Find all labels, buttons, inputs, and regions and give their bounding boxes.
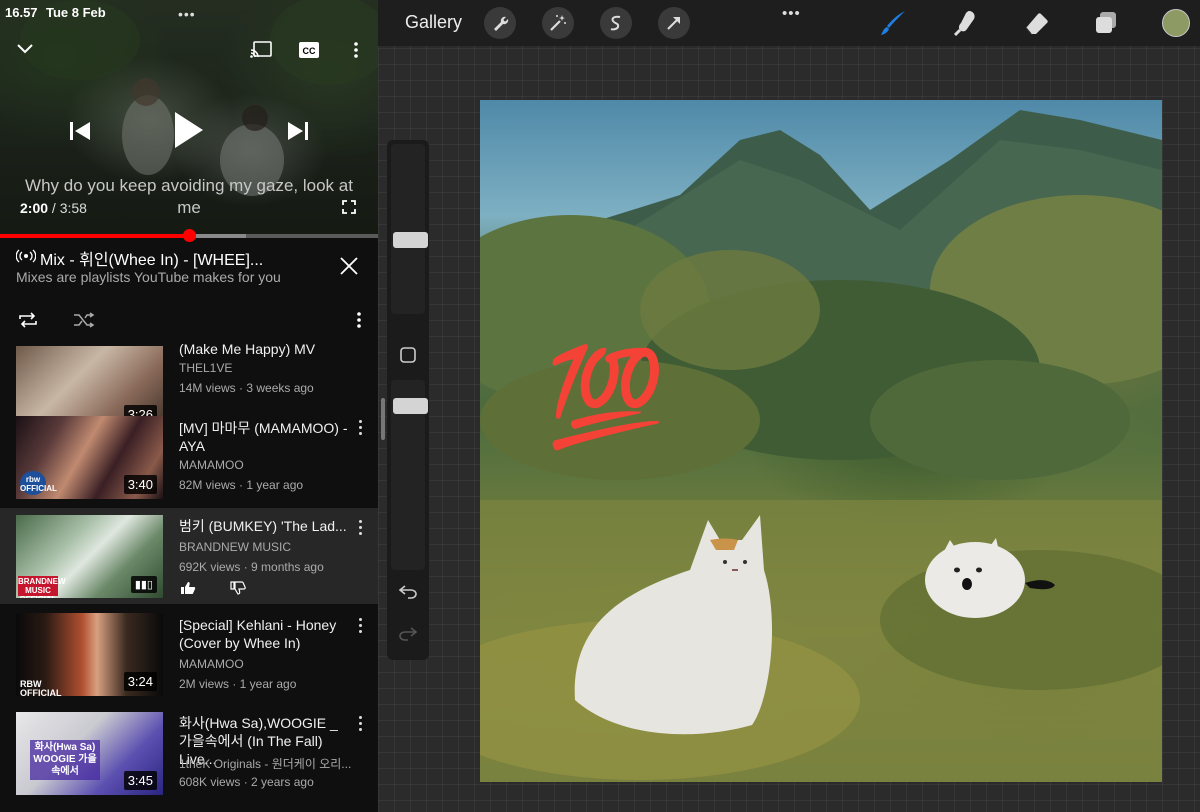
video-channel: BRANDNEW MUSIC [179, 540, 292, 554]
hundred-points-emoji: 💯 [546, 344, 666, 451]
more-options-icon[interactable] [348, 40, 364, 60]
video-thumbnail[interactable]: 화사(Hwa Sa) WOOGIE 가을속에서 3:45 [16, 712, 163, 795]
wrench-icon[interactable] [484, 7, 516, 39]
procreate-app: Gallery ••• 💯 [378, 0, 1200, 812]
video-meta: 82M views · 1 year ago [179, 478, 304, 492]
like-icon[interactable] [179, 580, 197, 596]
smudge-icon[interactable] [950, 8, 980, 38]
drawing-canvas[interactable]: 💯 [480, 100, 1162, 782]
cast-icon[interactable] [248, 39, 274, 61]
video-title[interactable]: [MV] 마마무 (MAMAMOO) - AYA [179, 419, 349, 455]
next-track-icon[interactable] [284, 118, 312, 144]
play-icon[interactable] [168, 108, 208, 152]
video-channel: THEL1VE [179, 361, 233, 375]
procreate-toolbar: Gallery ••• [378, 0, 1200, 46]
video-thumbnail[interactable]: RBW OFFICIAL 3:24 [16, 613, 163, 696]
gallery-button[interactable]: Gallery [405, 12, 462, 33]
modify-square-icon[interactable] [398, 345, 418, 365]
playlist-item[interactable]: RBW OFFICIAL 3:24 [Special] Kehlani - Ho… [0, 604, 378, 702]
layers-icon[interactable] [1091, 8, 1121, 38]
item-more-icon[interactable] [355, 618, 365, 636]
video-thumbnail[interactable]: rbw OFFICIAL 3:40 [16, 416, 163, 499]
video-meta: 608K views · 2 years ago [179, 775, 314, 789]
video-channel: 1theK Originals - 원더케이 오리... [179, 757, 352, 771]
current-time: 2:00 [20, 200, 49, 216]
video-channel: MAMAMOO [179, 458, 244, 472]
video-meta: 14M views · 3 weeks ago [179, 381, 314, 395]
mix-title: Mix - 휘인(Whee In) - [WHEE]... [40, 252, 264, 269]
color-picker[interactable] [1162, 9, 1190, 37]
playlist-more-icon[interactable] [353, 311, 365, 329]
redo-icon[interactable] [398, 624, 418, 644]
youtube-panel: 16.57 Tue 8 Feb ••• CC Why do you keep a… [0, 0, 378, 812]
now-playing-bars-icon: ▮▮▯ [130, 576, 157, 593]
video-channel: MAMAMOO [179, 657, 244, 671]
opacity-handle[interactable] [393, 398, 428, 414]
thumbnail-logo: BRANDNEW MUSIC OFFICIAL [18, 576, 66, 598]
playlist-item-now-playing[interactable]: BRANDNEW MUSIC OFFICIAL ▮▮▯ 범키 (BUMKEY) … [0, 508, 378, 604]
mix-header: Mix - 휘인(Whee In) - [WHEE]... Mixes are … [0, 238, 378, 336]
procreate-sidebar [387, 140, 429, 660]
minimize-chevron-icon[interactable] [14, 40, 36, 58]
sidebar-grab-handle[interactable] [381, 398, 385, 440]
item-more-icon[interactable] [355, 420, 365, 438]
svg-text:CC: CC [303, 46, 316, 56]
video-title[interactable]: (Make Me Happy) MV [179, 340, 349, 358]
item-more-icon[interactable] [355, 520, 365, 538]
shuffle-icon[interactable] [72, 310, 96, 330]
status-time: 16.57 [5, 5, 38, 20]
mix-subtitle: Mixes are playlists YouTube makes for yo… [16, 269, 281, 285]
brush-size-handle[interactable] [393, 232, 428, 248]
item-more-icon[interactable] [355, 716, 365, 734]
thumbnail-logo: rbw OFFICIAL [20, 471, 57, 495]
duration-badge: 3:45 [123, 771, 157, 790]
status-bar: 16.57 Tue 8 Feb ••• [0, 0, 378, 24]
video-title[interactable]: [Special] Kehlani - Honey (Cover by Whee… [179, 616, 349, 652]
status-date: Tue 8 Feb [46, 5, 106, 20]
loop-icon[interactable] [16, 310, 40, 330]
video-meta: 2M views · 1 year ago [179, 677, 297, 691]
brush-icon[interactable] [878, 8, 908, 38]
playlist-item[interactable]: 화사(Hwa Sa) WOOGIE 가을속에서 3:45 화사(Hwa Sa),… [0, 702, 378, 800]
video-meta: 692K views · 9 months ago [179, 560, 324, 574]
dislike-icon[interactable] [229, 580, 247, 596]
total-duration: 3:58 [59, 200, 87, 216]
video-thumbnail[interactable]: BRANDNEW MUSIC OFFICIAL ▮▮▯ [16, 515, 163, 598]
magic-wand-icon[interactable] [542, 7, 574, 39]
brush-size-slider[interactable] [391, 144, 428, 314]
multitask-dots-icon[interactable]: ••• [178, 6, 196, 22]
duration-badge: 3:40 [123, 475, 157, 494]
captions-icon[interactable]: CC [297, 41, 321, 59]
previous-track-icon[interactable] [66, 118, 94, 144]
selection-icon[interactable] [600, 7, 632, 39]
eraser-icon[interactable] [1021, 8, 1051, 38]
time-separator: / [51, 200, 56, 216]
undo-icon[interactable] [398, 582, 418, 602]
opacity-slider[interactable] [391, 380, 428, 570]
close-icon[interactable] [338, 255, 360, 277]
timecode: 2:00 / 3:58 [20, 200, 87, 216]
thumbnail-logo: RBW OFFICIAL [20, 679, 62, 697]
procreate-multitask-dots-icon[interactable]: ••• [782, 5, 801, 22]
fullscreen-icon[interactable] [340, 198, 358, 216]
thumbnail-logo: 화사(Hwa Sa) WOOGIE 가을속에서 [30, 740, 100, 780]
mix-radio-icon [16, 249, 36, 263]
video-title[interactable]: 범키 (BUMKEY) 'The Lad... [179, 517, 349, 535]
video-player[interactable]: 16.57 Tue 8 Feb ••• CC Why do you keep a… [0, 0, 378, 236]
playlist-item[interactable]: rbw OFFICIAL 3:40 [MV] 마마무 (MAMAMOO) - A… [0, 412, 378, 510]
transform-arrow-icon[interactable] [658, 7, 690, 39]
duration-badge: 3:24 [123, 672, 157, 691]
